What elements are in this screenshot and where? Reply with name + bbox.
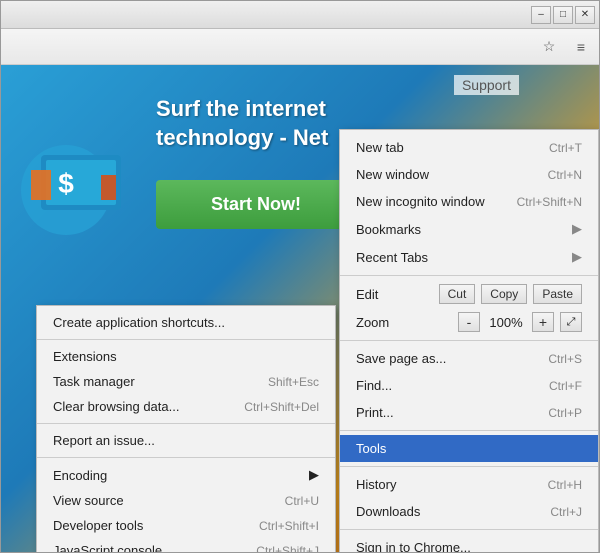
title-bar-buttons: – □ ✕ [531,6,595,24]
recent-tabs-arrow-icon: ▶ [572,249,582,265]
cut-button[interactable]: Cut [439,284,476,304]
maximize-button[interactable]: □ [553,6,573,24]
submenu-separator-2 [37,423,335,424]
zoom-out-button[interactable]: - [458,312,480,332]
shortcut-new-window: Ctrl+N [548,168,582,182]
support-text: Support [454,75,519,95]
shortcut-downloads: Ctrl+J [550,505,582,519]
submenu-shortcut-view-source: Ctrl+U [285,494,319,508]
browser-window: – □ ✕ ☆ ≡ $ Support [0,0,600,553]
submenu-item-developer-tools[interactable]: Developer tools Ctrl+Shift+I [37,513,335,538]
toolbar: ☆ ≡ [1,29,599,65]
submenu-shortcut-task-manager: Shift+Esc [268,375,319,389]
menu-item-find[interactable]: Find... Ctrl+F [340,372,598,399]
shortcut-find: Ctrl+F [549,379,582,393]
zoom-label: Zoom [356,315,452,330]
copy-button[interactable]: Copy [481,284,527,304]
shortcut-incognito: Ctrl+Shift+N [517,195,582,209]
submenu-item-encoding[interactable]: Encoding ▶ [37,462,335,488]
submenu-item-clear-browsing[interactable]: Clear browsing data... Ctrl+Shift+Del [37,394,335,419]
chrome-menu: New tab Ctrl+T New window Ctrl+N New inc… [339,129,599,552]
submenu-shortcut-js-console: Ctrl+Shift+J [256,544,319,553]
submenu-item-task-manager[interactable]: Task manager Shift+Esc [37,369,335,394]
menu-separator-5 [340,529,598,530]
encoding-arrow-icon: ▶ [309,467,319,483]
svg-text:$: $ [58,168,74,199]
menu-item-downloads[interactable]: Downloads Ctrl+J [340,498,598,525]
menu-item-print[interactable]: Print... Ctrl+P [340,399,598,426]
shortcut-new-tab: Ctrl+T [549,141,582,155]
shortcut-history: Ctrl+H [548,478,582,492]
menu-separator-1 [340,275,598,276]
menu-item-new-window[interactable]: New window Ctrl+N [340,161,598,188]
menu-icon[interactable]: ≡ [567,35,595,59]
submenu-item-report-issue[interactable]: Report an issue... [37,428,335,453]
submenu-separator-3 [37,457,335,458]
zoom-row: Zoom - 100% + ⤢ [340,308,598,336]
menu-separator-4 [340,466,598,467]
bookmark-icon[interactable]: ☆ [535,35,563,59]
shortcut-save: Ctrl+S [548,352,582,366]
bookmarks-arrow-icon: ▶ [572,221,582,237]
submenu-item-create-shortcuts[interactable]: Create application shortcuts... [37,310,335,335]
close-button[interactable]: ✕ [575,6,595,24]
submenu-item-js-console[interactable]: JavaScript console Ctrl+Shift+J [37,538,335,552]
menu-item-tools[interactable]: Tools [340,435,598,462]
submenu-item-view-source[interactable]: View source Ctrl+U [37,488,335,513]
shortcut-print: Ctrl+P [548,406,582,420]
banner-headline: Surf the internet technology - Net [156,95,328,152]
paste-button[interactable]: Paste [533,284,582,304]
menu-item-recent-tabs[interactable]: Recent Tabs ▶ [340,243,598,271]
title-bar: – □ ✕ [1,1,599,29]
submenu-item-extensions[interactable]: Extensions [37,344,335,369]
menu-item-signin[interactable]: Sign in to Chrome... [340,534,598,552]
menu-separator-2 [340,340,598,341]
menu-separator-3 [340,430,598,431]
submenu-shortcut-clear: Ctrl+Shift+Del [244,400,319,414]
zoom-value: 100% [486,315,526,330]
tools-submenu: Create application shortcuts... Extensio… [36,305,336,552]
dollar-illustration: $ [11,115,141,245]
edit-label: Edit [356,287,433,302]
fullscreen-button[interactable]: ⤢ [560,312,582,332]
banner-text-area: Surf the internet technology - Net [156,95,328,152]
submenu-shortcut-devtools: Ctrl+Shift+I [259,519,319,533]
menu-item-bookmarks[interactable]: Bookmarks ▶ [340,215,598,243]
menu-item-new-tab[interactable]: New tab Ctrl+T [340,134,598,161]
start-now-button[interactable]: Start Now! [156,180,356,229]
minimize-button[interactable]: – [531,6,551,24]
edit-row: Edit Cut Copy Paste [340,280,598,308]
menu-item-save-page[interactable]: Save page as... Ctrl+S [340,345,598,372]
submenu-separator-1 [37,339,335,340]
menu-item-history[interactable]: History Ctrl+H [340,471,598,498]
menu-item-new-incognito[interactable]: New incognito window Ctrl+Shift+N [340,188,598,215]
zoom-in-button[interactable]: + [532,312,554,332]
page-content: $ Support Surf the internet technology -… [1,65,599,552]
